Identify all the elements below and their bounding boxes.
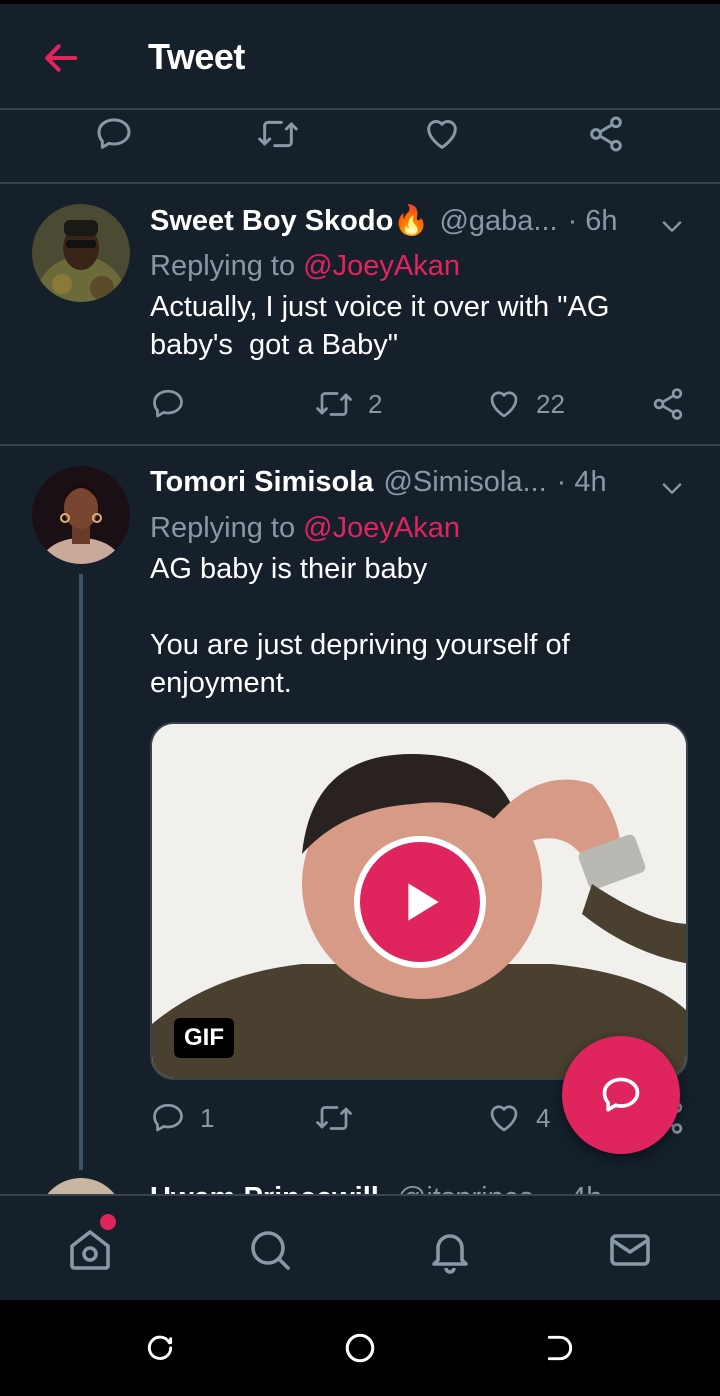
- replying-prefix: Replying to: [150, 512, 304, 544]
- like-count: 4: [536, 1102, 551, 1133]
- mention-link[interactable]: @JoeyAkan: [303, 250, 460, 282]
- root-tweet-actions: [0, 104, 720, 164]
- like-button[interactable]: 22: [486, 374, 565, 434]
- retweet-count: 2: [368, 388, 383, 419]
- reply-count: 1: [200, 1102, 215, 1133]
- heart-icon: [490, 391, 518, 418]
- reply-icon: [602, 1077, 640, 1112]
- avatar[interactable]: [38, 1178, 124, 1194]
- avatar[interactable]: [32, 204, 130, 302]
- bottom-nav: [0, 1194, 720, 1300]
- tweet-actions: 2 22: [0, 374, 720, 434]
- gif-badge: GIF: [174, 1018, 234, 1058]
- home-system-button[interactable]: [340, 1328, 380, 1368]
- tweet-text: AG baby is their baby You are just depri…: [150, 553, 570, 699]
- share-button[interactable]: [586, 104, 626, 164]
- reply-button[interactable]: [94, 104, 134, 164]
- reply-icon: [153, 389, 183, 418]
- recents-button[interactable]: [140, 1328, 180, 1368]
- retweet-icon: [316, 1106, 352, 1130]
- handle[interactable]: @itsprince: [397, 1182, 534, 1194]
- tweet-sweet-boy-skodo[interactable]: Sweet Boy Skodo🔥 @gaba... · 6h Replying …: [0, 184, 720, 444]
- like-count: 22: [536, 388, 565, 419]
- play-icon: [408, 883, 439, 921]
- retweet-icon: [258, 120, 298, 148]
- retweet-icon: [316, 392, 352, 416]
- heart-icon: [427, 120, 457, 149]
- display-name[interactable]: Sweet Boy Skodo🔥: [150, 204, 429, 238]
- next-tweet-peek[interactable]: Uwem Princewill @itsprince · 4h: [0, 1170, 720, 1194]
- bell-icon: [432, 1234, 468, 1274]
- back-icon: [547, 1335, 573, 1361]
- recents-icon: [147, 1335, 173, 1360]
- arrow-left-icon: [45, 44, 78, 72]
- replying-to: Replying to @JoeyAkan: [150, 250, 460, 283]
- page-title: Tweet: [148, 36, 245, 77]
- like-button[interactable]: [422, 104, 462, 164]
- timestamp: · 4h: [552, 1182, 602, 1194]
- replying-prefix: Replying to: [150, 250, 304, 282]
- notification-dot: [100, 1214, 116, 1230]
- reply-button[interactable]: [150, 374, 200, 434]
- nav-home[interactable]: [62, 1222, 118, 1278]
- play-button[interactable]: [354, 836, 486, 968]
- display-name[interactable]: Tomori Simisola: [150, 466, 373, 499]
- like-button[interactable]: 4: [486, 1088, 550, 1148]
- back-system-button[interactable]: [540, 1328, 580, 1368]
- tweet-text: Actually, I just voice it over with "AG …: [150, 291, 618, 361]
- display-name[interactable]: Uwem Princewill: [150, 1182, 379, 1194]
- share-icon: [653, 388, 683, 420]
- gif-media[interactable]: GIF: [150, 722, 688, 1080]
- avatar[interactable]: [32, 466, 130, 564]
- handle[interactable]: @Simisola...: [383, 466, 546, 499]
- reply-icon: [97, 118, 131, 149]
- tweet-header: Tomori Simisola @Simisola... · 4h: [150, 466, 690, 506]
- nav-search[interactable]: [242, 1222, 298, 1278]
- back-button[interactable]: [38, 34, 86, 82]
- heart-icon: [490, 1105, 518, 1132]
- handle[interactable]: @gaba...: [439, 205, 557, 238]
- chevron-down-icon[interactable]: [658, 474, 686, 502]
- timestamp: · 6h: [567, 205, 618, 237]
- retweet-button[interactable]: [314, 1088, 368, 1148]
- home-circle-icon: [345, 1333, 375, 1363]
- retweet-button[interactable]: [256, 104, 300, 164]
- top-header: Tweet: [0, 4, 720, 110]
- chevron-down-icon[interactable]: [658, 212, 686, 240]
- compose-reply-button[interactable]: [562, 1036, 680, 1154]
- system-nav-bar: [0, 1300, 720, 1396]
- nav-notifications[interactable]: [422, 1222, 478, 1278]
- mention-link[interactable]: @JoeyAkan: [303, 512, 460, 544]
- retweet-button[interactable]: 2: [314, 374, 382, 434]
- home-icon: [70, 1230, 110, 1270]
- search-icon: [251, 1231, 290, 1270]
- replying-to: Replying to @JoeyAkan: [150, 512, 460, 545]
- timestamp: · 4h: [556, 466, 607, 498]
- share-icon: [590, 116, 622, 152]
- mail-icon: [610, 1234, 650, 1266]
- tweet-header: Sweet Boy Skodo🔥 @gaba... · 6h: [150, 204, 690, 244]
- reply-button[interactable]: 1: [150, 1088, 214, 1148]
- share-button[interactable]: [650, 374, 686, 434]
- nav-messages[interactable]: [602, 1222, 658, 1278]
- tweet-header: Uwem Princewill @itsprince · 4h: [150, 1182, 602, 1194]
- reply-icon: [153, 1103, 183, 1132]
